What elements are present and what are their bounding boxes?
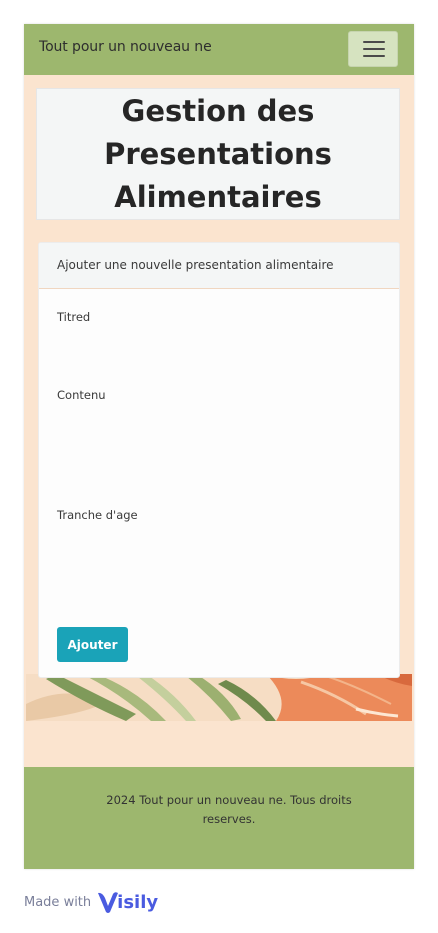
leaf-illustration: [26, 674, 412, 721]
app-frame: Tout pour un nouveau ne Gestion des Pres…: [24, 24, 414, 869]
visily-brand: isily: [117, 891, 159, 913]
made-with-badge[interactable]: Made with isily: [24, 890, 158, 914]
page-title-card: Gestion des Presentations Alimentaires: [36, 88, 400, 220]
tranche-age-label: Tranche d'age: [57, 508, 138, 522]
contenu-label: Contenu: [57, 388, 106, 402]
page-title: Gestion des Presentations Alimentaires: [104, 93, 332, 214]
visily-logo-icon: [98, 892, 119, 913]
titre-label: Titred: [57, 310, 91, 324]
made-with-label: Made with: [24, 894, 92, 910]
hamburger-menu-icon[interactable]: [348, 31, 398, 67]
add-button[interactable]: Ajouter: [57, 627, 128, 662]
footer: 2024 Tout pour un nouveau ne. Tous droit…: [24, 767, 414, 869]
form-header: Ajouter une nouvelle presentation alimen…: [39, 243, 399, 289]
footer-copyright: 2024 Tout pour un nouveau ne. Tous droit…: [106, 793, 352, 826]
navbar-brand[interactable]: Tout pour un nouveau ne: [39, 39, 212, 55]
add-presentation-form: Ajouter une nouvelle presentation alimen…: [38, 242, 400, 678]
navbar: Tout pour un nouveau ne: [24, 24, 414, 75]
